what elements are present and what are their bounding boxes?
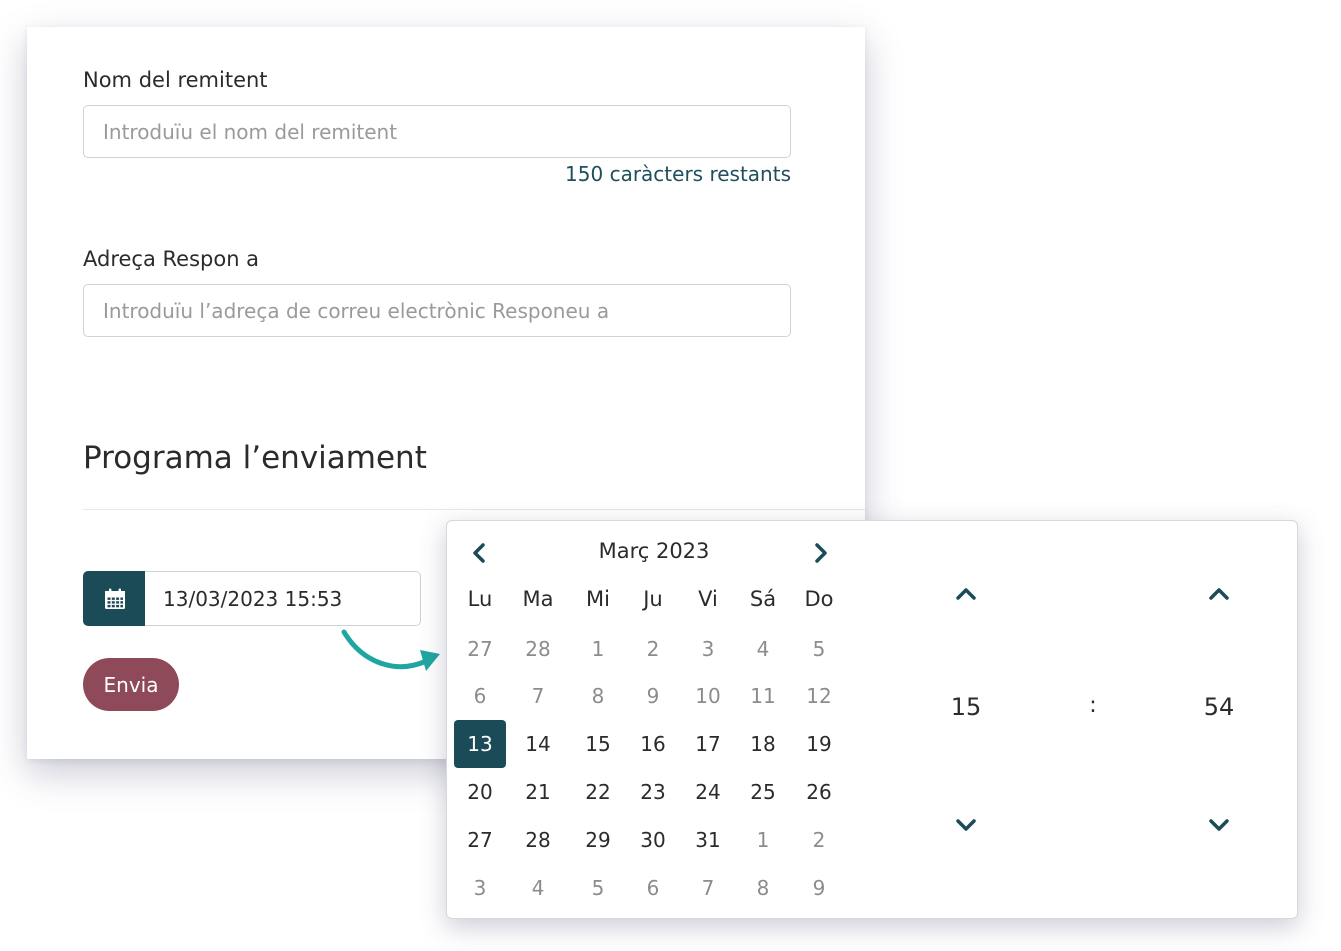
day-cell[interactable]: 1 (572, 625, 624, 673)
curved-arrow-icon (341, 629, 440, 671)
sender-name-label: Nom del remitent (83, 68, 268, 92)
hour-decrement-button[interactable] (946, 810, 986, 840)
day-cell[interactable]: 5 (572, 864, 624, 912)
day-cell[interactable]: 29 (572, 816, 624, 864)
month-year-title[interactable]: Març 2023 (597, 539, 711, 563)
reply-to-input[interactable] (83, 284, 791, 337)
minute-decrement-button[interactable] (1199, 810, 1239, 840)
selected-day-cell[interactable]: 13 (454, 720, 506, 768)
day-cell[interactable]: 3 (682, 625, 734, 673)
day-cell[interactable]: 15 (572, 720, 624, 768)
day-cell[interactable]: 22 (572, 768, 624, 816)
hour-value[interactable]: 15 (931, 693, 1001, 721)
day-cell[interactable]: 19 (793, 720, 845, 768)
schedule-datetime-input[interactable] (145, 571, 421, 626)
schedule-datetime-group (83, 571, 421, 626)
day-cell[interactable]: 21 (512, 768, 564, 816)
weekday-label: Lu (467, 587, 493, 611)
day-cell[interactable]: 18 (737, 720, 789, 768)
day-cell[interactable]: 28 (512, 816, 564, 864)
day-cell[interactable]: 2 (627, 625, 679, 673)
day-cell[interactable]: 6 (454, 672, 506, 720)
send-button[interactable]: Envia (83, 658, 179, 711)
chevron-left-icon (473, 543, 485, 563)
day-cell[interactable]: 8 (737, 864, 789, 912)
datetime-picker-popup: Març 2023 Lu Ma Mi Ju Vi Sá Do 27 28 1 2 3 4 5 6 7 8 9 10… (446, 520, 1298, 919)
weekday-label: Sá (749, 587, 777, 611)
weekday-label: Ju (643, 587, 663, 611)
weekday-label: Ma (522, 587, 554, 611)
weekday-label: Mi (586, 587, 610, 611)
day-cell[interactable]: 11 (737, 672, 789, 720)
day-cell[interactable]: 14 (512, 720, 564, 768)
day-cell[interactable]: 10 (682, 672, 734, 720)
day-cell[interactable]: 9 (793, 864, 845, 912)
day-cell[interactable]: 3 (454, 864, 506, 912)
chevron-right-icon (815, 543, 827, 563)
day-cell[interactable]: 26 (793, 768, 845, 816)
day-cell[interactable]: 9 (627, 672, 679, 720)
prev-month-button[interactable] (467, 541, 491, 565)
calendar-toggle-button[interactable] (83, 571, 146, 626)
day-cell[interactable]: 27 (454, 816, 506, 864)
time-separator: : (1089, 693, 1097, 718)
day-cell[interactable]: 8 (572, 672, 624, 720)
day-cell[interactable]: 12 (793, 672, 845, 720)
chevron-down-icon (956, 819, 976, 831)
calendar-icon (104, 588, 125, 609)
section-divider (83, 509, 865, 510)
day-cell[interactable]: 30 (627, 816, 679, 864)
day-cell[interactable]: 31 (682, 816, 734, 864)
day-cell[interactable]: 27 (454, 625, 506, 673)
day-cell[interactable]: 16 (627, 720, 679, 768)
weekday-label: Do (804, 587, 834, 611)
day-cell[interactable]: 1 (737, 816, 789, 864)
day-cell[interactable]: 28 (512, 625, 564, 673)
sender-name-input[interactable] (83, 105, 791, 158)
day-cell[interactable]: 20 (454, 768, 506, 816)
chevron-up-icon (956, 588, 976, 600)
day-cell[interactable]: 17 (682, 720, 734, 768)
day-cell[interactable]: 2 (793, 816, 845, 864)
day-cell[interactable]: 23 (627, 768, 679, 816)
chevron-down-icon (1209, 819, 1229, 831)
next-month-button[interactable] (809, 541, 833, 565)
sender-name-char-counter: 150 caràcters restants (565, 162, 791, 186)
day-cell[interactable]: 7 (512, 672, 564, 720)
day-cell[interactable]: 4 (512, 864, 564, 912)
day-cell[interactable]: 5 (793, 625, 845, 673)
reply-to-label: Adreça Respon a (83, 247, 260, 271)
schedule-send-title: Programa l’enviament (83, 440, 427, 476)
day-cell[interactable]: 24 (682, 768, 734, 816)
day-cell[interactable]: 7 (682, 864, 734, 912)
weekday-label: Vi (698, 587, 718, 611)
minute-increment-button[interactable] (1199, 579, 1239, 609)
day-cell[interactable]: 6 (627, 864, 679, 912)
day-cell[interactable]: 4 (737, 625, 789, 673)
hour-increment-button[interactable] (946, 579, 986, 609)
day-cell[interactable]: 25 (737, 768, 789, 816)
minute-value[interactable]: 54 (1184, 693, 1254, 721)
chevron-up-icon (1209, 588, 1229, 600)
